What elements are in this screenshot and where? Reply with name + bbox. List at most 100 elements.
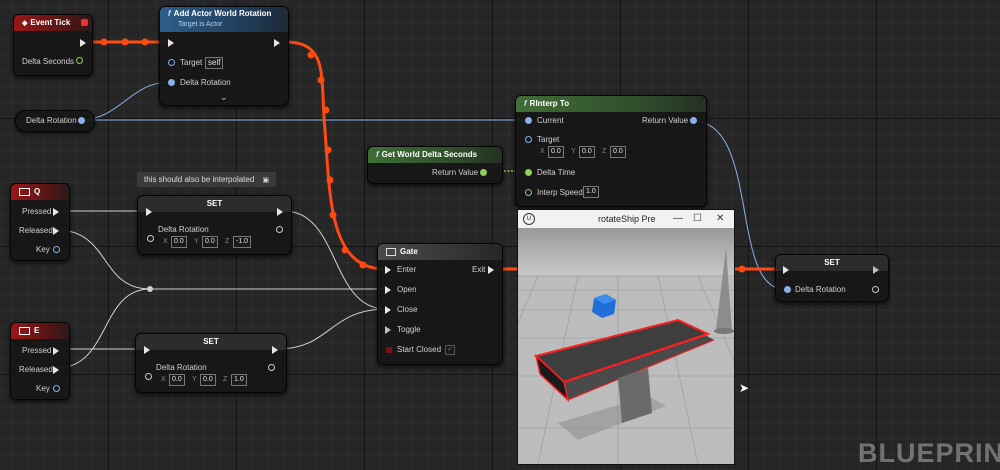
released-label: Released <box>19 226 53 235</box>
event-icon: ◆ <box>22 20 28 27</box>
preview-window[interactable]: U rotateShip Pre — ☐ ✕ <box>517 209 735 465</box>
current-label: Current <box>537 116 564 125</box>
released-pin[interactable] <box>53 227 59 235</box>
comment-bubble[interactable]: this should also be interpolated ▣ <box>137 172 277 187</box>
value-out-pin[interactable] <box>268 364 275 371</box>
target-z-field[interactable]: 0.0 <box>610 146 626 158</box>
value-in-pin[interactable] <box>147 235 154 242</box>
get-world-delta-seconds-node[interactable]: f Get World Delta Seconds Return Value <box>367 146 503 184</box>
interp-speed-pin[interactable] <box>525 189 532 196</box>
delta-rotation-pin[interactable] <box>168 79 175 86</box>
current-pin[interactable] <box>525 117 532 124</box>
delta-rotation-variable[interactable]: Delta Rotation <box>15 110 95 132</box>
start-closed-label: Start Closed <box>397 345 442 354</box>
exec-in-pin[interactable] <box>144 346 150 354</box>
x-axis-label: X <box>540 148 545 155</box>
target-self-field[interactable]: self <box>205 57 224 69</box>
preview-titlebar[interactable]: U rotateShip Pre — ☐ ✕ <box>518 210 734 228</box>
pressed-pin[interactable] <box>53 347 59 355</box>
value-out-pin[interactable] <box>276 226 283 233</box>
z-field[interactable]: -1.0 <box>233 236 252 248</box>
delta-rotation-label: Delta Rotation <box>156 363 207 372</box>
delta-time-pin[interactable] <box>525 169 532 176</box>
key-label: Key <box>36 384 50 393</box>
maximize-button[interactable]: ☐ <box>693 210 702 228</box>
comment-text: this should also be interpolated <box>144 175 255 184</box>
function-icon: f <box>376 150 379 159</box>
node-title: E <box>34 326 40 335</box>
set-delta-rotation-e-node[interactable]: SET Delta Rotation X 0.0 Y 0.0 Z 1.0 <box>135 333 287 393</box>
released-label: Released <box>19 365 53 374</box>
close-label: Close <box>397 305 418 314</box>
mouse-cursor-icon: ➤ <box>739 381 750 395</box>
exec-out-pin[interactable] <box>277 208 283 216</box>
node-title: SET <box>136 334 286 350</box>
exec-out-pin[interactable] <box>272 346 278 354</box>
key-pin[interactable] <box>53 246 60 253</box>
key-pin[interactable] <box>53 385 60 392</box>
enter-pin[interactable] <box>385 266 391 274</box>
value-in-pin[interactable] <box>784 286 791 293</box>
value-out-pin[interactable] <box>872 286 879 293</box>
expand-chevron-icon[interactable]: ⌄ <box>220 92 228 103</box>
variable-out-pin[interactable] <box>78 117 85 124</box>
pressed-pin[interactable] <box>53 208 59 216</box>
scene-viewport[interactable] <box>518 228 734 464</box>
return-value-pin[interactable] <box>480 169 487 176</box>
z-field[interactable]: 1.0 <box>231 374 247 386</box>
target-pin[interactable] <box>168 59 175 66</box>
exec-in-pin[interactable] <box>783 266 789 274</box>
q-key-node[interactable]: Q Pressed Released Key <box>10 183 70 261</box>
exit-pin[interactable] <box>488 266 494 274</box>
minimize-button[interactable]: — <box>673 210 683 228</box>
target-x-field[interactable]: 0.0 <box>548 146 564 158</box>
e-key-node[interactable]: E Pressed Released Key <box>10 322 70 400</box>
rinterp-to-node[interactable]: f RInterp To Current Return Value Target … <box>515 95 707 207</box>
exec-out-pin[interactable] <box>274 39 280 47</box>
window-title: rotateShip Pre <box>598 214 656 224</box>
y-axis-label: Y <box>192 376 197 383</box>
enter-label: Enter <box>397 265 417 274</box>
delegate-pin-icon[interactable] <box>81 19 88 26</box>
node-title: SET <box>776 255 888 271</box>
target-y-field[interactable]: 0.0 <box>579 146 595 158</box>
node-title: Q <box>34 187 41 196</box>
set-delta-rotation-node[interactable]: SET Delta Rotation <box>775 254 889 302</box>
toggle-pin[interactable] <box>385 326 391 334</box>
add-actor-world-rotation-node[interactable]: f Add Actor World Rotation Target is Actor… <box>159 6 289 106</box>
exec-out-pin[interactable] <box>873 266 879 274</box>
keyboard-icon <box>19 326 30 335</box>
exec-in-pin[interactable] <box>146 208 152 216</box>
return-value-label: Return Value <box>642 116 689 125</box>
pressed-label: Pressed <box>22 207 52 216</box>
delta-seconds-pin[interactable] <box>76 57 83 64</box>
y-field[interactable]: 0.0 <box>202 236 218 248</box>
interp-speed-field[interactable]: 1.0 <box>583 186 599 198</box>
event-tick-node[interactable]: ◆ Event Tick Delta Seconds <box>13 14 93 76</box>
y-field[interactable]: 0.0 <box>200 374 216 386</box>
value-in-pin[interactable] <box>145 373 152 380</box>
pressed-label: Pressed <box>22 346 52 355</box>
x-field[interactable]: 0.0 <box>169 374 185 386</box>
target-pin[interactable] <box>525 136 532 143</box>
open-pin[interactable] <box>385 286 391 294</box>
node-title: Gate <box>400 247 418 256</box>
close-button[interactable]: ✕ <box>716 210 724 228</box>
return-value-pin[interactable] <box>690 117 697 124</box>
wire-sete-close <box>277 308 387 350</box>
variable-label: Delta Rotation <box>26 116 77 125</box>
released-pin[interactable] <box>53 366 59 374</box>
key-label: Key <box>36 245 50 254</box>
start-closed-checkbox[interactable]: ✓ <box>445 345 455 355</box>
gate-node[interactable]: Gate Enter Exit Open Close Toggle Start … <box>377 243 503 365</box>
x-field[interactable]: 0.0 <box>171 236 187 248</box>
start-closed-pin[interactable] <box>386 347 392 353</box>
close-pin[interactable] <box>385 306 391 314</box>
toggle-label: Toggle <box>397 325 421 334</box>
exec-in-pin[interactable] <box>168 39 174 47</box>
x-axis-label: X <box>163 238 168 245</box>
y-axis-label: Y <box>194 238 199 245</box>
y-axis-label: Y <box>571 148 576 155</box>
exec-out-pin[interactable] <box>80 39 86 47</box>
set-delta-rotation-q-node[interactable]: SET Delta Rotation X 0.0 Y 0.0 Z -1.0 <box>137 195 292 255</box>
